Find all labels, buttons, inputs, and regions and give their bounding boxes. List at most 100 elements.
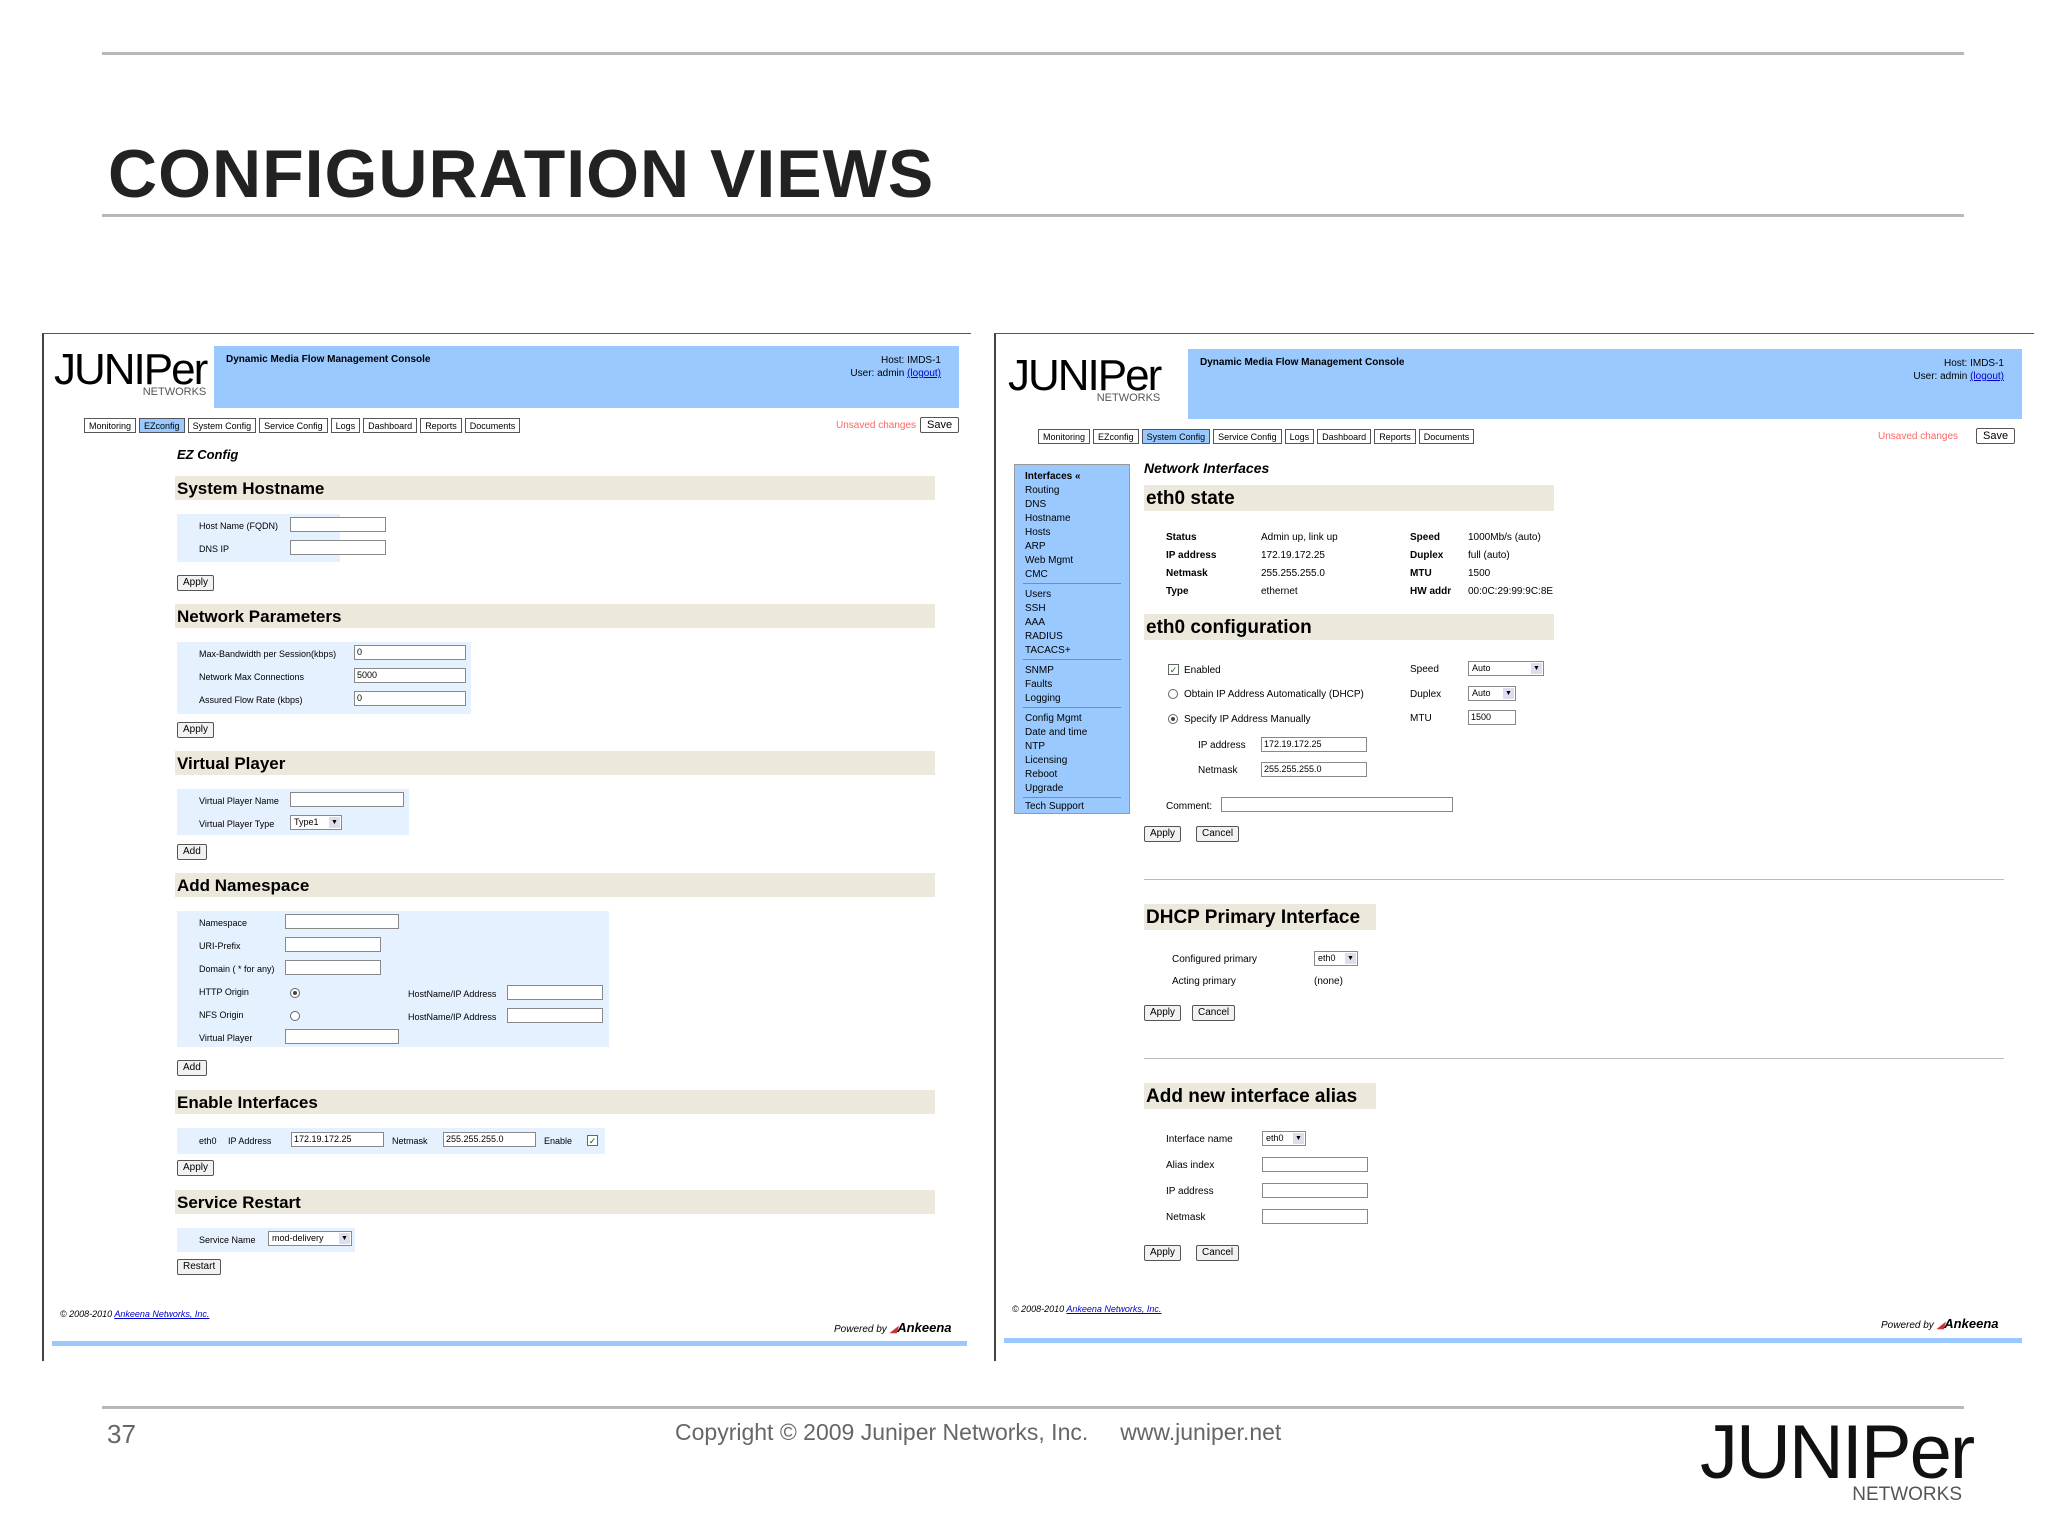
- namespace-add-button[interactable]: Add: [177, 1060, 207, 1076]
- iface-ip-input[interactable]: 172.19.172.25: [291, 1132, 384, 1147]
- comment-input[interactable]: [1221, 797, 1453, 812]
- iface-mask-input[interactable]: 255.255.255.0: [443, 1132, 536, 1147]
- footer-rule: [102, 1406, 1964, 1409]
- dhcp-radio[interactable]: [1168, 689, 1178, 699]
- speed-label: Speed: [1410, 532, 1441, 543]
- ns-vplayer-input[interactable]: [285, 1029, 399, 1044]
- sidebar-item-tacacs[interactable]: TACACS+: [1025, 645, 1071, 656]
- sidebar-item-users[interactable]: Users: [1025, 589, 1051, 600]
- assured-rate-input[interactable]: 0: [354, 691, 466, 706]
- alias-cancel-button[interactable]: Cancel: [1196, 1245, 1240, 1261]
- restart-button[interactable]: Restart: [177, 1259, 222, 1275]
- ankeena-link[interactable]: Ankeena Networks, Inc.: [114, 1309, 209, 1319]
- logout-link[interactable]: (logout): [907, 368, 941, 379]
- sidebar-item-config-mgmt[interactable]: Config Mgmt: [1025, 713, 1082, 724]
- tab-ezconfig[interactable]: EZconfig: [139, 418, 185, 433]
- sidebar-item-reboot[interactable]: Reboot: [1025, 769, 1057, 780]
- sidebar-item-ssh[interactable]: SSH: [1025, 603, 1046, 614]
- http-hostip-input[interactable]: [507, 985, 603, 1000]
- tab-monitoring[interactable]: Monitoring: [1038, 429, 1091, 444]
- save-button[interactable]: Save: [1976, 428, 2016, 444]
- iface-enable-checkbox[interactable]: ✓: [587, 1135, 598, 1146]
- alias-index-input[interactable]: [1262, 1157, 1368, 1172]
- bottom-bar: [1004, 1338, 2022, 1343]
- config-cancel-button[interactable]: Cancel: [1196, 826, 1240, 842]
- dhcp-apply-button[interactable]: Apply: [1144, 1005, 1182, 1021]
- cfg-duplex-select[interactable]: Auto ▼: [1468, 686, 1516, 701]
- sidebar-item-snmp[interactable]: SNMP: [1025, 665, 1054, 676]
- dns-ip-input[interactable]: [290, 540, 386, 555]
- tab-documents[interactable]: Documents: [464, 418, 521, 433]
- cfg-netmask-input[interactable]: 255.255.255.0: [1261, 762, 1367, 777]
- sidebar-item-cmc[interactable]: CMC: [1025, 569, 1048, 580]
- vplayer-name-input[interactable]: [290, 792, 404, 807]
- ankeena-link[interactable]: Ankeena Networks, Inc.: [1066, 1304, 1161, 1314]
- sidebar-item-dns[interactable]: DNS: [1025, 499, 1046, 510]
- tab-service-config[interactable]: Service Config: [259, 418, 328, 433]
- sidebar-item-faults[interactable]: Faults: [1025, 679, 1052, 690]
- sidebar-item-interfaces[interactable]: Interfaces «: [1025, 471, 1081, 482]
- uri-prefix-input[interactable]: [285, 937, 381, 952]
- http-origin-radio[interactable]: [290, 988, 300, 998]
- alias-apply-button[interactable]: Apply: [1144, 1245, 1182, 1261]
- sidebar: Interfaces « Routing DNS Hostname Hosts …: [1014, 464, 1130, 814]
- nfs-origin-radio[interactable]: [290, 1011, 300, 1021]
- tab-service-config[interactable]: Service Config: [1213, 429, 1282, 444]
- namespace-input[interactable]: [285, 914, 399, 929]
- sidebar-item-hosts[interactable]: Hosts: [1025, 527, 1051, 538]
- sidebar-item-hostname[interactable]: Hostname: [1025, 513, 1071, 524]
- sidebar-item-routing[interactable]: Routing: [1025, 485, 1059, 496]
- acting-primary-label: Acting primary: [1172, 976, 1236, 987]
- sidebar-item-upgrade[interactable]: Upgrade: [1025, 783, 1063, 794]
- tab-reports[interactable]: Reports: [1374, 429, 1416, 444]
- sidebar-item-ntp[interactable]: NTP: [1025, 741, 1045, 752]
- logout-link[interactable]: (logout): [1970, 371, 2004, 382]
- tab-system-config[interactable]: System Config: [1141, 429, 1211, 444]
- sidebar-item-web-mgmt[interactable]: Web Mgmt: [1025, 555, 1073, 566]
- sidebar-item-logging[interactable]: Logging: [1025, 693, 1061, 704]
- nav-tabs: Monitoring EZconfig System Config Servic…: [1038, 429, 1475, 444]
- manual-ip-radio[interactable]: [1168, 714, 1178, 724]
- tab-monitoring[interactable]: Monitoring: [84, 418, 137, 433]
- alias-iface-name-select[interactable]: eth0 ▼: [1262, 1131, 1306, 1146]
- alias-netmask-input[interactable]: [1262, 1209, 1368, 1224]
- enabled-checkbox[interactable]: ✓: [1168, 664, 1179, 675]
- cfg-speed-select[interactable]: Auto ▼: [1468, 661, 1544, 676]
- configured-primary-select[interactable]: eth0 ▼: [1314, 951, 1358, 966]
- tab-ezconfig[interactable]: EZconfig: [1093, 429, 1139, 444]
- iface-ip-label: IP Address: [228, 1136, 272, 1146]
- max-bandwidth-label: Max-Bandwidth per Session(kbps): [199, 649, 337, 659]
- hostname-apply-button[interactable]: Apply: [177, 575, 215, 591]
- sidebar-item-arp[interactable]: ARP: [1025, 541, 1046, 552]
- cfg-mtu-input[interactable]: 1500: [1468, 710, 1516, 725]
- tab-dashboard[interactable]: Dashboard: [363, 418, 418, 433]
- sidebar-item-tech-support[interactable]: Tech Support: [1025, 801, 1084, 812]
- tab-logs[interactable]: Logs: [330, 418, 361, 433]
- max-bandwidth-input[interactable]: 0: [354, 645, 466, 660]
- network-apply-button[interactable]: Apply: [177, 722, 215, 738]
- vplayer-type-select[interactable]: Type1 ▼: [290, 815, 342, 830]
- config-apply-button[interactable]: Apply: [1144, 826, 1182, 842]
- sidebar-item-aaa[interactable]: AAA: [1025, 617, 1045, 628]
- dhcp-cancel-button[interactable]: Cancel: [1192, 1005, 1236, 1021]
- sidebar-item-date-time[interactable]: Date and time: [1025, 727, 1087, 738]
- host-name-input[interactable]: [290, 517, 386, 532]
- tab-logs[interactable]: Logs: [1284, 429, 1315, 444]
- max-connections-input[interactable]: 5000: [354, 668, 466, 683]
- service-name-select[interactable]: mod-delivery ▼: [268, 1231, 352, 1246]
- alias-ip-input[interactable]: [1262, 1183, 1368, 1198]
- nfs-hostip-input[interactable]: [507, 1008, 603, 1023]
- vplayer-add-button[interactable]: Add: [177, 844, 207, 860]
- domain-input[interactable]: [285, 960, 381, 975]
- top-rule: [102, 52, 1964, 55]
- save-button[interactable]: Save: [920, 417, 960, 433]
- tab-documents[interactable]: Documents: [1418, 429, 1475, 444]
- speed-value: 1000Mb/s (auto): [1468, 532, 1541, 543]
- cfg-ip-input[interactable]: 172.19.172.25: [1261, 737, 1367, 752]
- tab-system-config[interactable]: System Config: [187, 418, 257, 433]
- interfaces-apply-button[interactable]: Apply: [177, 1160, 215, 1176]
- tab-dashboard[interactable]: Dashboard: [1317, 429, 1372, 444]
- sidebar-item-licensing[interactable]: Licensing: [1025, 755, 1067, 766]
- tab-reports[interactable]: Reports: [420, 418, 462, 433]
- sidebar-item-radius[interactable]: RADIUS: [1025, 631, 1063, 642]
